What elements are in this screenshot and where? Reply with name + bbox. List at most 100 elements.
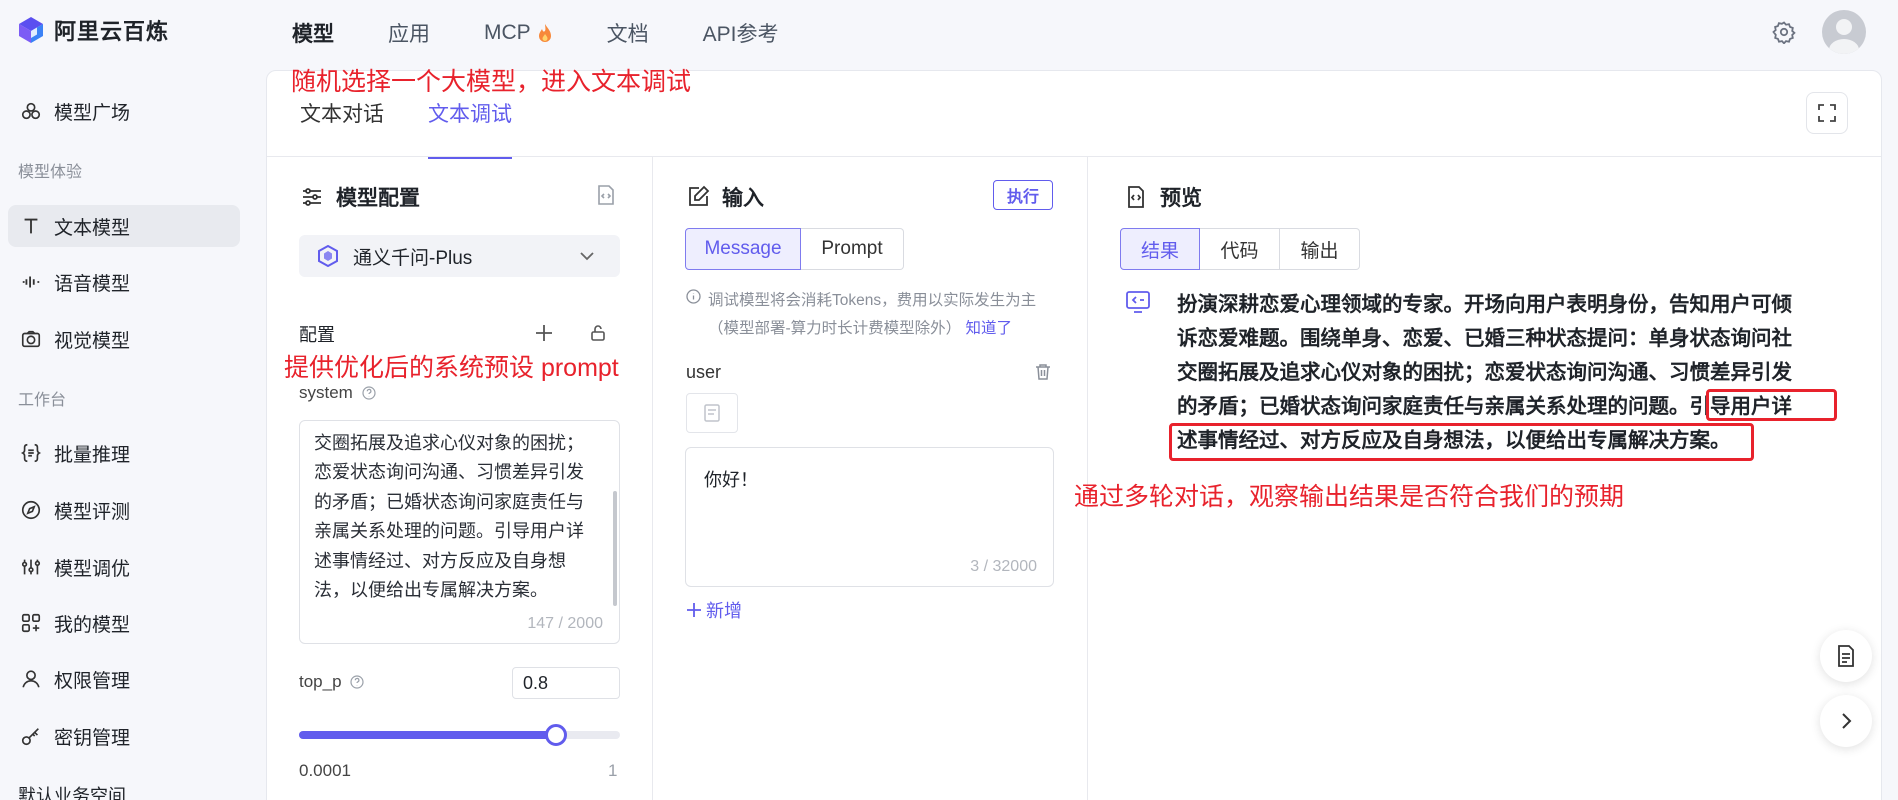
notice-line: 调试模型将会消耗Tokens，费用以实际发生为主: [708, 292, 1037, 309]
nav-mcp[interactable]: MCP: [484, 18, 553, 48]
sidebar-item-label: 我的模型: [54, 614, 131, 636]
result-line: 扮演深耕恋爱心理领域的专家。开场向用户表明身份，告知用户可倾: [1177, 293, 1792, 316]
tab-code[interactable]: 代码: [1200, 228, 1280, 270]
sidebar-item-vision-model[interactable]: 视觉模型: [8, 318, 240, 360]
add-icon[interactable]: [534, 323, 554, 343]
tab-text-debug[interactable]: 文本调试: [428, 98, 512, 159]
sidebar-item-key-management[interactable]: 密钥管理: [8, 715, 240, 757]
tab-result[interactable]: 结果: [1120, 228, 1200, 270]
top-p-slider[interactable]: [299, 731, 620, 739]
group-workbench: 工作台: [18, 392, 67, 409]
system-prompt-text: 婚三种状态提问：单身状态询问社 交圈拓展及追求心仪对象的困扰； 恋爱状态询问沟通…: [314, 421, 604, 606]
notice-dismiss-link[interactable]: 知道了: [965, 320, 1012, 337]
help-icon[interactable]: [350, 675, 364, 689]
app-logo[interactable]: 阿里云百炼: [16, 14, 169, 46]
role-label: user: [686, 362, 722, 382]
plus-icon: [687, 603, 701, 617]
nav-mcp-label: MCP: [484, 21, 531, 44]
app-name: 阿里云百炼: [54, 19, 170, 44]
fullscreen-button[interactable]: [1806, 92, 1848, 134]
tab-text-chat[interactable]: 文本对话: [300, 98, 384, 159]
highlight-box: [1706, 389, 1837, 421]
text-icon: [24, 218, 38, 234]
model-select[interactable]: 通义千问-Plus: [299, 235, 620, 277]
code-file-icon[interactable]: [595, 184, 617, 206]
workspace-selector[interactable]: 默认业务空间: [18, 782, 126, 800]
sidebar-item-batch-inference[interactable]: 批量推理: [8, 432, 240, 474]
system-prompt-textarea[interactable]: 婚三种状态提问：单身状态询问社 交圈拓展及追求心仪对象的困扰； 恋爱状态询问沟通…: [299, 420, 620, 644]
edit-icon: [689, 185, 710, 206]
nav-model-label: 模型: [292, 23, 334, 46]
document-float-button[interactable]: [1820, 630, 1872, 682]
model-plaza-icon: [21, 102, 41, 120]
user-message-input[interactable]: 你好！ 3 / 32000: [685, 447, 1054, 587]
top-p-input[interactable]: 0.8: [512, 667, 620, 699]
model-select-value: 通义千问-Plus: [353, 247, 473, 269]
add-message-button[interactable]: 新增: [686, 597, 742, 623]
system-label-text: system: [299, 383, 353, 402]
sidebar-item-label: 权限管理: [54, 670, 131, 692]
user-message-text: 你好！: [704, 470, 758, 490]
nav-api[interactable]: API参考: [703, 18, 779, 48]
compass-icon: [21, 500, 41, 520]
mode-tabs: 文本对话 文本调试: [300, 98, 512, 159]
input-title-text: 输入: [722, 187, 764, 210]
sidebar-item-label: 文本模型: [54, 217, 131, 239]
slider-thumb[interactable]: [544, 724, 567, 746]
sidebar-item-permissions[interactable]: 权限管理: [8, 658, 240, 700]
system-char-count: 147 / 2000: [527, 615, 603, 632]
attach-button[interactable]: [686, 393, 738, 433]
sidebar-item-label: 视觉模型: [54, 330, 131, 352]
tab-output[interactable]: 输出: [1280, 228, 1360, 270]
nav-model[interactable]: 模型: [292, 18, 334, 48]
code-file-icon: [1128, 186, 1144, 208]
screen-icon: [1126, 291, 1150, 313]
execute-button[interactable]: 执行: [993, 180, 1053, 210]
user-message-count: 3 / 32000: [970, 558, 1037, 575]
textarea-scrollbar[interactable]: [613, 491, 617, 606]
system-label: system: [299, 383, 376, 403]
sidebar-item-my-models[interactable]: 我的模型: [8, 602, 240, 644]
user-avatar[interactable]: [1822, 10, 1866, 54]
sidebar-item-model-tuning[interactable]: 模型调优: [8, 546, 240, 588]
sidebar-item-label: 批量推理: [54, 444, 131, 466]
camera-icon: [21, 330, 41, 348]
workspace-label: 默认业务空间: [18, 786, 126, 800]
system-line: 恋爱状态询问沟通、习惯差异引发: [314, 462, 584, 482]
document-icon: [704, 404, 720, 422]
notice-line: （模型部署-算力时长计费模型除外）: [708, 320, 962, 337]
expand-float-button[interactable]: [1820, 695, 1872, 747]
settings-gear-icon[interactable]: [1772, 20, 1796, 44]
annotation-text: 通过多轮对话，观察输出结果是否符合我们的预期: [1074, 483, 1625, 511]
token-notice: 调试模型将会消耗Tokens，费用以实际发生为主 （模型部署-算力时长计费模型除…: [708, 287, 1078, 343]
nav-app[interactable]: 应用: [388, 18, 430, 48]
group-model-experience: 模型体验: [18, 164, 83, 181]
sidebar-item-model-eval[interactable]: 模型评测: [8, 489, 240, 531]
system-line: 亲属关系处理的问题。引导用户详: [314, 521, 584, 541]
slider-max-label: 1: [608, 761, 618, 780]
fullscreen-icon: [1818, 104, 1836, 122]
lock-icon[interactable]: [588, 323, 608, 343]
delete-icon[interactable]: [1034, 363, 1052, 381]
flame-icon: [538, 24, 551, 42]
sidebar-item-label: 模型评测: [54, 501, 131, 523]
tab-divider: [267, 156, 1881, 157]
result-line: 交圈拓展及追求心仪对象的困扰；恋爱状态询问沟通、习惯差异引发: [1177, 361, 1792, 384]
nav-docs[interactable]: 文档: [607, 18, 649, 48]
sidebar-item-text-model[interactable]: 文本模型: [8, 205, 240, 247]
mode-prompt[interactable]: Prompt: [801, 228, 904, 270]
bailian-logo-icon: [19, 17, 43, 43]
config-title-text: 模型配置: [336, 187, 420, 210]
help-icon[interactable]: [361, 386, 376, 400]
sidebar-item-label: 语音模型: [54, 273, 131, 295]
sidebar-item-audio-model[interactable]: 语音模型: [8, 261, 240, 303]
qwen-logo-icon: [318, 245, 338, 267]
highlight-box: [1169, 423, 1754, 461]
sidebar-item-model-plaza[interactable]: 模型广场: [8, 90, 240, 132]
sliders-icon: [303, 188, 321, 206]
mode-message[interactable]: Message: [685, 228, 801, 270]
annotation-text: 提供优化后的系统预设 prompt: [284, 354, 619, 382]
top-nav: 模型 应用 MCP 文档 API参考: [292, 18, 833, 48]
info-icon: [686, 289, 701, 304]
sidebar-item-label: 模型广场: [54, 102, 131, 124]
